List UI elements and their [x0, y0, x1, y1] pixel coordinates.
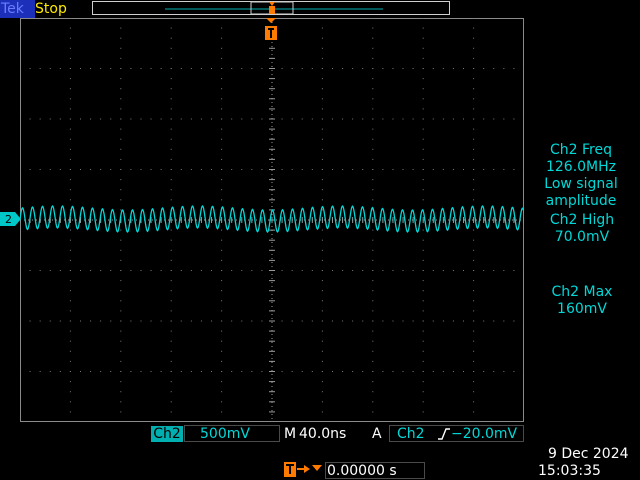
ch2-max-readout: Ch2 Max 160mV	[527, 284, 637, 318]
date: 9 Dec 2024	[548, 446, 629, 462]
svg-text:2: 2	[5, 213, 12, 226]
rising-edge-icon	[438, 428, 450, 440]
time-per-div[interactable]: 40.0ns	[299, 426, 346, 442]
freq-value: 126.0MHz	[545, 159, 617, 175]
ch2-waveform	[20, 204, 524, 234]
volts-per-div[interactable]: 500mV	[200, 426, 250, 442]
trigger-position-value[interactable]: 0.00000 s	[327, 463, 397, 479]
trigger-level[interactable]: −20.0mV	[451, 426, 517, 442]
ch2-tag[interactable]: Ch2	[151, 426, 183, 442]
run-state: Stop	[35, 1, 67, 17]
freq-note-1: Low signal	[544, 176, 618, 192]
timebase-mode: M	[284, 426, 297, 442]
max-label: Ch2 Max	[551, 284, 613, 300]
time: 15:03:35	[538, 463, 601, 479]
freq-note-2: amplitude	[545, 193, 617, 209]
ch2-high-readout: Ch2 High 70.0mV	[527, 212, 637, 246]
ch2-freq-readout: Ch2 Freq 126.0MHz Low signal amplitude	[526, 142, 636, 210]
trigger-position-icon	[284, 462, 322, 477]
high-value: 70.0mV	[554, 229, 610, 245]
trigger-source[interactable]: Ch2	[397, 426, 425, 442]
brand-logo: Tek	[0, 0, 35, 18]
freq-label: Ch2 Freq	[550, 142, 612, 158]
record-view-bar	[92, 1, 450, 15]
ch2-ground-marker[interactable]: 2	[0, 212, 22, 226]
trigger-t-icon	[265, 18, 277, 40]
max-value: 160mV	[557, 301, 607, 317]
trigger-mode: A	[372, 426, 382, 442]
high-label: Ch2 High	[549, 212, 615, 228]
